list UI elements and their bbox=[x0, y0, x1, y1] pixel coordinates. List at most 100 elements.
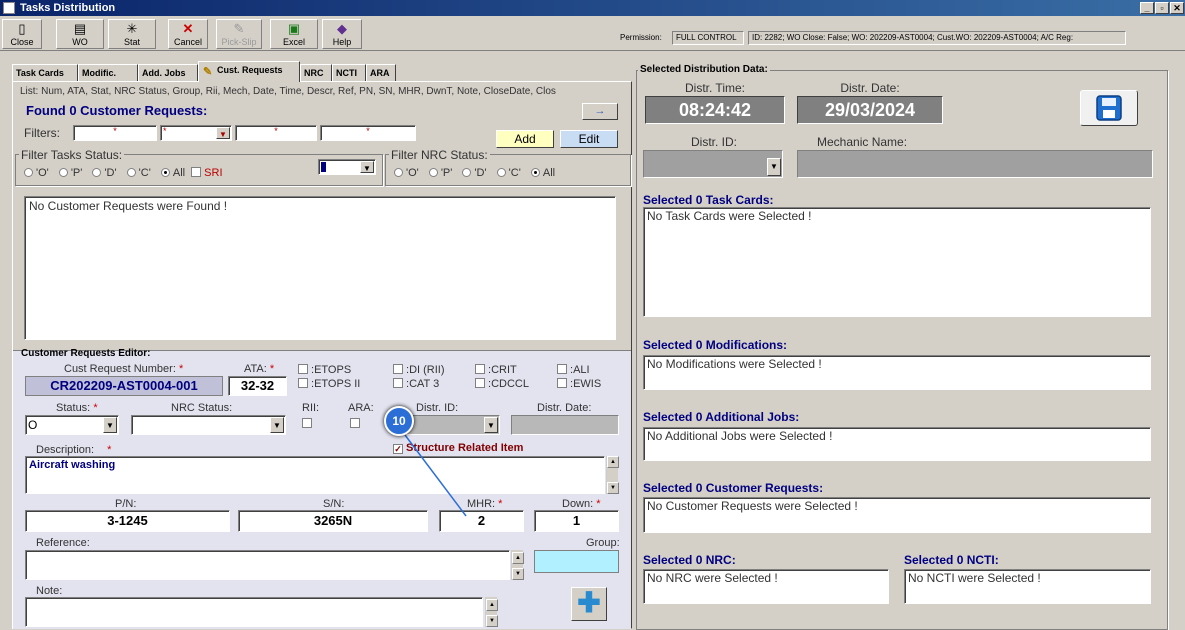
description-textarea[interactable]: Aircraft washing bbox=[25, 456, 605, 494]
checkbox[interactable] bbox=[298, 378, 308, 388]
radio-button[interactable] bbox=[462, 168, 472, 177]
radio-button[interactable] bbox=[24, 168, 33, 177]
nrc-radio-o[interactable]: 'O' bbox=[394, 167, 419, 179]
filter-ata-select[interactable]: * ▼ bbox=[160, 125, 232, 141]
checkbox[interactable] bbox=[557, 364, 567, 374]
stat-button[interactable]: ✳ Stat bbox=[108, 19, 156, 49]
etops2-checkbox[interactable]: :ETOPS II bbox=[298, 378, 360, 390]
checkbox[interactable] bbox=[393, 364, 403, 374]
description-scrollbar[interactable]: ▲ ▼ bbox=[606, 456, 619, 494]
scroll-up-icon[interactable]: ▲ bbox=[512, 552, 524, 564]
radio-button-selected[interactable] bbox=[530, 168, 540, 177]
selected-ncti-list[interactable]: No NCTI were Selected ! bbox=[904, 569, 1151, 604]
task-radio-d[interactable]: 'D' bbox=[92, 167, 117, 179]
note-scrollbar[interactable]: ▲ ▼ bbox=[485, 597, 498, 627]
add-plus-button[interactable]: ✚ bbox=[571, 587, 607, 621]
excel-button[interactable]: ▣ Excel bbox=[270, 19, 318, 49]
task-radio-p[interactable]: 'P' bbox=[58, 167, 82, 179]
chevron-down-icon[interactable]: ▼ bbox=[484, 417, 498, 433]
selected-modifications-list[interactable]: No Modifications were Selected ! bbox=[643, 355, 1151, 390]
chevron-down-icon[interactable]: ▼ bbox=[360, 161, 374, 173]
group-field[interactable] bbox=[534, 550, 619, 573]
ata-input[interactable]: 32-32 bbox=[228, 376, 287, 396]
checkbox[interactable] bbox=[302, 418, 312, 428]
filter-num-input[interactable]: * bbox=[73, 125, 157, 141]
task-radio-o[interactable]: 'O' bbox=[24, 167, 49, 179]
selected-nrc-list[interactable]: No NRC were Selected ! bbox=[643, 569, 889, 604]
chevron-down-icon[interactable]: ▼ bbox=[216, 127, 230, 139]
checkbox[interactable] bbox=[475, 364, 485, 374]
help-button[interactable]: ◆ Help bbox=[322, 19, 362, 49]
wo-button[interactable]: ▤ WO bbox=[56, 19, 104, 49]
down-input[interactable]: 1 bbox=[534, 510, 619, 532]
maximize-button[interactable]: ▫ bbox=[1155, 2, 1169, 14]
reference-textarea[interactable] bbox=[25, 550, 510, 580]
task-radio-c[interactable]: 'C' bbox=[126, 167, 151, 179]
crit-checkbox[interactable]: :CRIT bbox=[475, 364, 517, 376]
nrc-radio-all[interactable]: All bbox=[530, 167, 555, 179]
radio-button[interactable] bbox=[428, 168, 438, 177]
tab-add-jobs[interactable]: Add. Jobs bbox=[138, 64, 198, 82]
checkbox[interactable] bbox=[191, 167, 202, 177]
ara-checkbox[interactable] bbox=[350, 418, 363, 430]
cancel-button[interactable]: ✕ Cancel bbox=[168, 19, 208, 49]
nrc-status-select[interactable]: ▼ bbox=[131, 415, 286, 435]
nrc-radio-p[interactable]: 'P' bbox=[428, 167, 452, 179]
checkbox[interactable] bbox=[350, 418, 360, 428]
sri-checkbox[interactable]: SRI bbox=[191, 167, 223, 179]
radio-button[interactable] bbox=[58, 168, 68, 177]
selected-customer-requests-list[interactable]: No Customer Requests were Selected ! bbox=[643, 497, 1151, 533]
customer-requests-list[interactable]: No Customer Requests were Found ! bbox=[24, 196, 616, 340]
etops-checkbox[interactable]: :ETOPS bbox=[298, 364, 351, 376]
checkbox[interactable] bbox=[393, 378, 403, 388]
edit-button[interactable]: Edit bbox=[560, 130, 618, 148]
filter-status-input[interactable]: * bbox=[235, 125, 317, 141]
minimize-button[interactable]: _ bbox=[1140, 2, 1154, 14]
sri-select[interactable]: ▼ bbox=[318, 159, 376, 175]
selected-task-cards-list[interactable]: No Task Cards were Selected ! bbox=[643, 207, 1151, 317]
selected-additional-jobs-list[interactable]: No Additional Jobs were Selected ! bbox=[643, 427, 1151, 461]
radio-button[interactable] bbox=[496, 168, 506, 177]
radio-button[interactable] bbox=[92, 168, 102, 177]
tab-task-cards[interactable]: Task Cards bbox=[12, 64, 78, 82]
radio-button[interactable] bbox=[126, 168, 136, 177]
rii-checkbox[interactable] bbox=[302, 418, 315, 430]
scroll-up-icon[interactable]: ▲ bbox=[486, 599, 498, 611]
reference-scrollbar[interactable]: ▲ ▼ bbox=[511, 550, 524, 580]
tab-modific[interactable]: Modific. bbox=[78, 64, 138, 82]
checkbox[interactable] bbox=[475, 378, 485, 388]
nrc-radio-c[interactable]: 'C' bbox=[496, 167, 521, 179]
filter-descr-input[interactable]: * bbox=[320, 125, 416, 141]
save-button[interactable] bbox=[1080, 90, 1138, 126]
scroll-down-icon[interactable]: ▼ bbox=[486, 615, 498, 627]
close-window-button[interactable]: ✕ bbox=[1170, 2, 1184, 14]
right-distr-id-select[interactable]: ▼ bbox=[643, 150, 783, 178]
chevron-down-icon[interactable]: ▼ bbox=[103, 417, 117, 433]
radio-button-selected[interactable] bbox=[160, 168, 170, 177]
chevron-down-icon[interactable]: ▼ bbox=[270, 417, 284, 433]
note-textarea[interactable] bbox=[25, 597, 483, 627]
ewis-checkbox[interactable]: :EWIS bbox=[557, 378, 601, 390]
checkbox[interactable] bbox=[298, 364, 308, 374]
arrow-right-button[interactable]: → bbox=[582, 103, 618, 120]
close-button[interactable]: ▯ Close bbox=[2, 19, 42, 49]
scroll-down-icon[interactable]: ▼ bbox=[512, 568, 524, 580]
status-select[interactable]: O ▼ bbox=[25, 415, 119, 435]
add-button[interactable]: Add bbox=[496, 130, 554, 148]
cat3-checkbox[interactable]: :CAT 3 bbox=[393, 378, 439, 390]
tab-nrc[interactable]: NRC bbox=[300, 64, 332, 82]
cdccl-checkbox[interactable]: :CDCCL bbox=[475, 378, 529, 390]
di-rii-checkbox[interactable]: :DI (RII) bbox=[393, 364, 445, 376]
pick-slip-button[interactable]: ✎ Pick-Slip bbox=[216, 19, 262, 49]
radio-button[interactable] bbox=[394, 168, 403, 177]
scroll-up-icon[interactable]: ▲ bbox=[607, 456, 619, 468]
tab-ncti[interactable]: NCTI bbox=[332, 64, 366, 82]
tab-ara[interactable]: ARA bbox=[366, 64, 396, 82]
scroll-down-icon[interactable]: ▼ bbox=[607, 482, 619, 494]
pn-input[interactable]: 3-1245 bbox=[25, 510, 230, 532]
task-radio-all[interactable]: All bbox=[160, 167, 185, 179]
tab-cust-requests[interactable]: ✎ Cust. Requests bbox=[198, 61, 300, 82]
checkbox[interactable] bbox=[557, 378, 567, 388]
chevron-down-icon[interactable]: ▼ bbox=[767, 158, 781, 176]
ali-checkbox[interactable]: :ALI bbox=[557, 364, 590, 376]
